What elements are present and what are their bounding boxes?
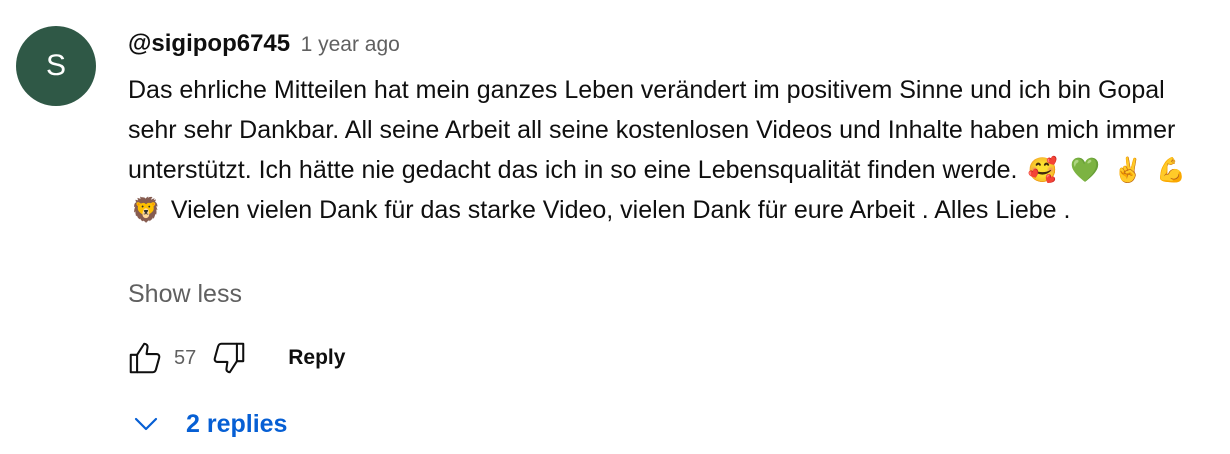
thumbs-up-icon <box>129 342 161 374</box>
emoji-lion: 🦁 <box>131 196 161 224</box>
comment-text-part1: Das ehrliche Mitteilen hat mein ganzes L… <box>128 76 1176 184</box>
emoji-smiling-hearts: 🥰 <box>1027 156 1058 184</box>
like-count: 57 <box>174 346 197 369</box>
replies-label: 2 replies <box>186 409 288 438</box>
emoji-flexed-biceps: 💪 <box>1155 156 1186 184</box>
comment-actions: 57 Reply <box>124 338 345 378</box>
avatar-letter: S <box>45 49 66 82</box>
like-button[interactable] <box>124 338 166 378</box>
dislike-button[interactable] <box>208 338 250 378</box>
show-less-button[interactable]: Show less <box>128 280 242 309</box>
view-replies-button[interactable]: 2 replies <box>132 404 287 444</box>
emoji-green-heart: 💚 <box>1070 156 1101 184</box>
comment-header: @sigipop6745 1 year ago <box>128 30 400 58</box>
comment-avatar[interactable]: S <box>16 26 96 106</box>
comment-text: Das ehrliche Mitteilen hat mein ganzes L… <box>128 70 1213 230</box>
comment-text-part2: Vielen vielen Dank für das starke Video,… <box>170 196 1071 224</box>
comment-timestamp[interactable]: 1 year ago <box>301 33 400 56</box>
chevron-down-icon <box>134 417 158 431</box>
thumbs-down-icon <box>213 342 245 374</box>
comment-author[interactable]: @sigipop6745 <box>128 30 290 57</box>
reply-button[interactable]: Reply <box>288 346 345 370</box>
emoji-victory-hand: ✌️ <box>1113 156 1144 184</box>
